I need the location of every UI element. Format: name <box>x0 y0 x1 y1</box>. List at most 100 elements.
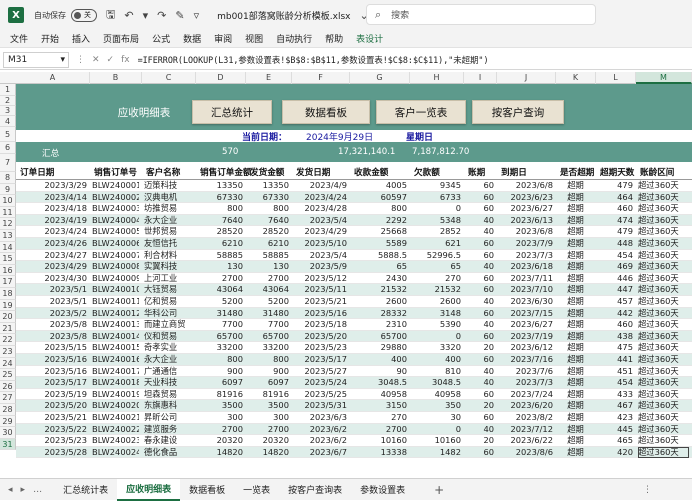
spreadsheet-grid[interactable]: ABCDEFGHIJKLM 1 2 3 4 5 6 7 8 9 10 11 12 13 14 15 16 17 1… <box>0 72 692 478</box>
row-header-6[interactable]: 6 <box>0 142 16 154</box>
row-header-17[interactable]: 17 <box>0 276 16 288</box>
cell[interactable]: 25668 <box>352 226 407 237</box>
cell[interactable]: 超期 <box>558 424 593 435</box>
cell[interactable]: 60 <box>466 203 494 214</box>
cell[interactable]: 2023/8/2 <box>499 412 553 423</box>
cell[interactable]: 超过360天 <box>638 192 689 203</box>
cell[interactable]: 超期 <box>558 226 593 237</box>
cell[interactable]: BLW240006 <box>92 238 139 249</box>
cell[interactable]: 20 <box>466 400 494 411</box>
cell[interactable]: 2023/5/21 <box>18 412 87 423</box>
cell[interactable]: 2023/4/18 <box>18 203 87 214</box>
cell[interactable]: 2023/7/19 <box>499 331 553 342</box>
cell[interactable]: BLW240013 <box>92 319 139 330</box>
cell[interactable]: 446 <box>598 273 633 284</box>
cell[interactable]: 2023/7/16 <box>499 354 553 365</box>
cell[interactable]: 超期 <box>558 215 593 226</box>
cell[interactable]: BLW240012 <box>92 308 139 319</box>
cell[interactable]: 2023/7/3 <box>499 250 553 261</box>
cell[interactable]: 超期 <box>558 400 593 411</box>
cell[interactable]: 2023/5/24 <box>294 377 347 388</box>
cell[interactable]: 5200 <box>198 296 243 307</box>
cell[interactable]: 德化食品 <box>144 447 193 458</box>
cell[interactable]: 超过360天 <box>638 389 689 400</box>
cell[interactable]: 东旗惠科 <box>144 400 193 411</box>
cell[interactable]: 800 <box>248 354 289 365</box>
row-header-22[interactable]: 22 <box>0 334 16 346</box>
cell[interactable]: 58885 <box>248 250 289 261</box>
cell[interactable]: 2600 <box>352 296 407 307</box>
column-header-g[interactable]: G <box>350 72 410 84</box>
cell[interactable]: 6097 <box>248 377 289 388</box>
cell[interactable]: 天业科技 <box>144 377 193 388</box>
cell[interactable]: 超过360天 <box>638 377 689 388</box>
cell[interactable]: 475 <box>598 342 633 353</box>
table-row[interactable]: 2023/4/29 BLW240008 实翼科技 130 130 2023/5/9 65 65… <box>16 261 692 273</box>
cell[interactable]: 超过360天 <box>638 180 689 191</box>
cell[interactable]: 40958 <box>412 389 461 400</box>
cell[interactable]: 建览服务 <box>144 424 193 435</box>
cell[interactable]: 友恒信托 <box>144 238 193 249</box>
table-row[interactable]: 2023/4/19 BLW240004 永大企业 7640 7640 2023/5/4 22… <box>16 214 692 227</box>
cell[interactable]: 2023/6/8 <box>499 180 553 191</box>
cell[interactable]: 2023/4/30 <box>18 273 87 284</box>
cell[interactable]: 14820 <box>198 447 243 458</box>
sheet-tab-5[interactable]: 按客户查询表 <box>279 479 351 501</box>
cell[interactable]: 60 <box>466 284 494 295</box>
cell[interactable]: 67330 <box>198 192 243 203</box>
cell[interactable]: 479 <box>598 180 633 191</box>
cell[interactable]: 超过360天 <box>638 319 689 330</box>
table-row[interactable]: 2023/5/1 BLW240010 大钰贸易 43064 43064 2023/5/11… <box>16 284 692 296</box>
cell[interactable]: 超期 <box>558 261 593 272</box>
sheet-tab-6[interactable]: 参数设置表 <box>351 479 414 501</box>
row-header-27[interactable]: 27 <box>0 392 16 404</box>
row-header-30[interactable]: 30 <box>0 427 16 439</box>
cell[interactable]: 永大企业 <box>144 354 193 365</box>
cell[interactable]: 7700 <box>248 319 289 330</box>
cell[interactable]: 40958 <box>352 389 407 400</box>
cell[interactable]: 10160 <box>352 435 407 446</box>
row-header-15[interactable]: 15 <box>0 253 16 265</box>
cell[interactable]: 6733 <box>412 192 461 203</box>
cell[interactable]: 2023/5/16 <box>18 354 87 365</box>
table-row[interactable]: 2023/4/30 BLW240009 上河工业 2700 2700 2023/5/12 2… <box>16 273 692 285</box>
cell[interactable]: 超期 <box>558 342 593 353</box>
cell[interactable]: 超过360天 <box>638 342 689 353</box>
cell[interactable]: 2023/5/28 <box>18 447 87 458</box>
cell[interactable]: 465 <box>598 435 633 446</box>
redo-icon[interactable]: ↷ <box>157 9 166 22</box>
cell[interactable]: 60 <box>466 447 494 458</box>
cell[interactable]: 7700 <box>198 319 243 330</box>
cell[interactable]: 30 <box>412 412 461 423</box>
cell[interactable]: 43064 <box>248 284 289 295</box>
cell[interactable]: 2023/5/27 <box>294 366 347 377</box>
cell[interactable]: 31480 <box>198 308 243 319</box>
cell[interactable]: 4005 <box>352 180 407 191</box>
cell[interactable]: 65700 <box>198 331 243 342</box>
cell[interactable]: 2023/6/23 <box>499 192 553 203</box>
cell[interactable]: 60 <box>466 354 494 365</box>
cell[interactable]: 超期 <box>558 412 593 423</box>
row-header-23[interactable]: 23 <box>0 346 16 358</box>
table-row[interactable]: 2023/4/14 BLW240002 汉典电机 67330 67330 2023/4/2… <box>16 191 692 204</box>
cell[interactable]: 40 <box>466 424 494 435</box>
cell[interactable]: 441 <box>598 354 633 365</box>
menu-view[interactable]: 视图 <box>245 32 263 45</box>
cell[interactable]: 超期 <box>558 238 593 249</box>
cell[interactable]: 2023/4/19 <box>18 215 87 226</box>
table-row[interactable]: 2023/5/22 BLW240022 建览服务 2700 2700 2023/6/2 27… <box>16 423 692 436</box>
sheet-tab-3[interactable]: 数据看板 <box>180 479 234 501</box>
cell[interactable]: 超过360天 <box>638 284 689 295</box>
cell[interactable]: 2600 <box>412 296 461 307</box>
cell[interactable]: BLW240001 <box>92 180 139 191</box>
cell[interactable]: 2023/7/6 <box>499 366 553 377</box>
cell[interactable]: BLW240018 <box>92 377 139 388</box>
cell[interactable]: 479 <box>598 226 633 237</box>
table-row[interactable]: 2023/5/8 BLW240013 而建立商贸 7700 7700 2023/5/18 2… <box>16 319 692 331</box>
cell[interactable]: 3320 <box>412 342 461 353</box>
cell[interactable]: 900 <box>198 366 243 377</box>
row-header-2[interactable]: 2 <box>0 96 16 106</box>
cell[interactable]: 810 <box>412 366 461 377</box>
row-header-24[interactable]: 24 <box>0 357 16 370</box>
cell[interactable]: 800 <box>248 203 289 214</box>
